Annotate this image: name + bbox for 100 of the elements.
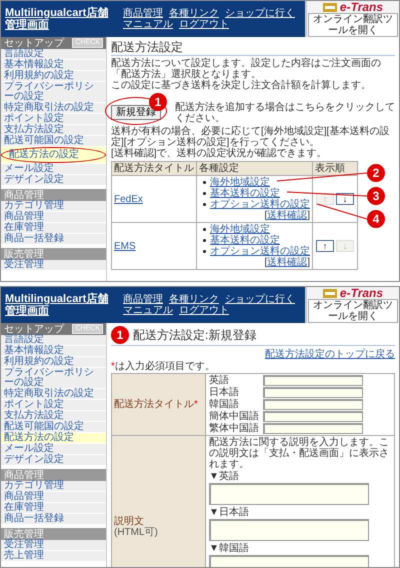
language-label: ▼日本語 [209, 507, 250, 518]
sidebar-item[interactable]: 利用規約の設定 [1, 357, 106, 368]
sidebar-item[interactable]: 利用規約の設定 [1, 71, 106, 82]
bracket-text: ] [307, 257, 310, 268]
callout-badge: 1 [111, 326, 129, 344]
sidebar-item[interactable]: メール設定 [1, 164, 106, 175]
sidebar-item[interactable]: 受注管理 [1, 260, 106, 271]
bullet-icon [203, 203, 206, 206]
language-label: ▼韓国語 [209, 543, 250, 554]
sidebar-item[interactable]: プライバシーポリシーの設定 [1, 368, 106, 389]
sidebar-item[interactable]: メール設定 [1, 444, 106, 455]
settings-link[interactable]: 基本送料の設定 [210, 235, 280, 246]
move-down-button[interactable]: ↓ [336, 193, 354, 205]
bullet-icon [203, 181, 206, 184]
back-link[interactable]: 配送方法設定のトップに戻る [265, 349, 395, 360]
title-input[interactable] [263, 375, 363, 386]
sidebar-item[interactable]: 配送可能国の設定 [1, 136, 106, 147]
language-label: 韓国語 [209, 399, 240, 410]
sidebar-item[interactable]: カテゴリ管理 [1, 201, 106, 212]
settings-link[interactable]: オプション送料の設定 [210, 199, 310, 210]
language-label: 英語 [209, 375, 230, 386]
sidebar-item[interactable]: カテゴリ管理 [1, 481, 106, 492]
nav-link[interactable]: ショップに行く [225, 8, 295, 19]
section-title: 商品管理 [4, 190, 44, 200]
nav-link[interactable]: マニュアル [123, 305, 173, 316]
bracket-text: [ [264, 210, 268, 221]
bullet-icon [203, 239, 206, 242]
bracket-text: [ [264, 257, 268, 268]
title-input[interactable] [263, 411, 363, 422]
nav-link[interactable]: マニュアル [123, 19, 173, 30]
settings-link[interactable]: 基本送料の設定 [210, 188, 280, 199]
sidebar-item[interactable]: デザイン設定 [1, 175, 106, 186]
move-up-button[interactable]: ↑ [316, 240, 334, 252]
sidebar-item[interactable]: 配送可能国の設定 [1, 422, 106, 433]
sidebar-item[interactable]: ポイント設定 [1, 400, 106, 411]
bracket-text: ] [307, 210, 310, 221]
section-title: 販売管理 [4, 248, 44, 260]
callout-badge: 3 [367, 187, 385, 205]
sidebar-item[interactable]: 在庫管理 [1, 503, 106, 514]
description-text: この設定に基づき送料を決定し注文合計額を計算します。 [111, 80, 372, 91]
section-title: 販売管理 [4, 528, 44, 540]
fee-check-link[interactable]: 送料確認 [267, 257, 308, 268]
callout-badge: 4 [367, 210, 385, 228]
description-input[interactable] [209, 483, 369, 505]
settings-link[interactable]: 海外地域設定 [210, 224, 270, 235]
title-input[interactable] [263, 387, 363, 398]
sidebar-item[interactable]: 特定商取引法の設定 [1, 389, 106, 400]
sidebar-item[interactable]: 基本情報設定 [1, 60, 106, 71]
nav-link[interactable]: 各種リンク [169, 294, 219, 305]
section-title: セットアップ [4, 38, 64, 48]
sidebar-item[interactable]: 商品管理 [1, 492, 106, 503]
sidebar-item[interactable]: プライバシーポリシーの設定 [1, 82, 106, 103]
sidebar-item[interactable]: 支払方法設定 [1, 125, 106, 136]
sidebar-item[interactable]: 支払方法設定 [1, 411, 106, 422]
sidebar-item[interactable]: 言語設定 [1, 49, 106, 60]
sidebar-item[interactable]: 配送方法の設定 [1, 433, 106, 444]
column-header: 配送方法タイトル [112, 162, 196, 176]
sidebar-item[interactable]: 商品一括登録 [1, 514, 106, 525]
bullet-icon [203, 228, 206, 231]
brand-name: e-Trans [340, 287, 384, 299]
settings-link[interactable]: オプション送料の設定 [210, 246, 310, 257]
sidebar-item[interactable]: デザイン設定 [1, 455, 106, 466]
nav-link[interactable]: ログアウト [179, 305, 229, 316]
app-title: Multilingualcart店舗管理画面 [5, 7, 110, 31]
column-header: 表示順 [312, 162, 358, 176]
nav-link[interactable]: ログアウト [179, 19, 229, 30]
sidebar-item[interactable]: 言語設定 [1, 335, 106, 346]
note-text: [送料確認]で、送料の設定状況が確認できます。 [111, 148, 328, 159]
page-title: 配送方法設定 [111, 40, 183, 54]
leader-line [316, 204, 368, 220]
description-input[interactable] [209, 519, 369, 541]
sidebar-item[interactable]: 商品一括登録 [1, 234, 106, 245]
sidebar-item[interactable]: 配送方法の設定 [1, 147, 106, 164]
nav-link[interactable]: 各種リンク [169, 8, 219, 19]
sidebar-item[interactable]: 基本情報設定 [1, 346, 106, 357]
sidebar-item[interactable]: 特定商取引法の設定 [1, 103, 106, 114]
open-translator-button[interactable]: オンライン翻訳ツールを開く [308, 299, 398, 323]
sidebar-item[interactable]: 受注管理 [1, 540, 106, 551]
language-label: 簡体中国語 [209, 411, 260, 422]
title-input[interactable] [263, 399, 363, 410]
sidebar-item[interactable]: 在庫管理 [1, 223, 106, 234]
sidebar-item[interactable]: 商品管理 [1, 212, 106, 223]
nav-link[interactable]: 商品管理 [123, 294, 163, 305]
field-hint: 配送方法に関する説明を入力します。この説明文は「支払・配送画面」に表示されます。 [209, 437, 390, 470]
field-sublabel: (HTML可) [114, 527, 159, 538]
note-text: 送料が有料の場合、必要に応じて[海外地域設定][基本送料の設定][オプション送料の設定]を行ってください。 [111, 126, 390, 148]
sidebar-item[interactable]: 売上管理 [1, 551, 106, 562]
column-header: 各種設定 [196, 162, 312, 176]
section-title: 商品管理 [4, 470, 44, 480]
description-text: 配送方法について設定します。設定した内容はご注文画面の「配送方法」選択肢となります。 [111, 58, 382, 80]
field-label: 説明文 [114, 516, 145, 527]
settings-link[interactable]: 海外地域設定 [210, 177, 270, 188]
nav-link[interactable]: 商品管理 [123, 8, 163, 19]
nav-link[interactable]: ショップに行く [225, 294, 295, 305]
sidebar-item[interactable]: ポイント設定 [1, 114, 106, 125]
fee-check-link[interactable]: 送料確認 [267, 210, 308, 221]
method-link[interactable]: FedEx [114, 194, 143, 204]
method-link[interactable]: EMS [114, 240, 136, 252]
title-input[interactable] [263, 423, 363, 434]
open-translator-button[interactable]: オンライン翻訳ツールを開く [308, 13, 398, 37]
